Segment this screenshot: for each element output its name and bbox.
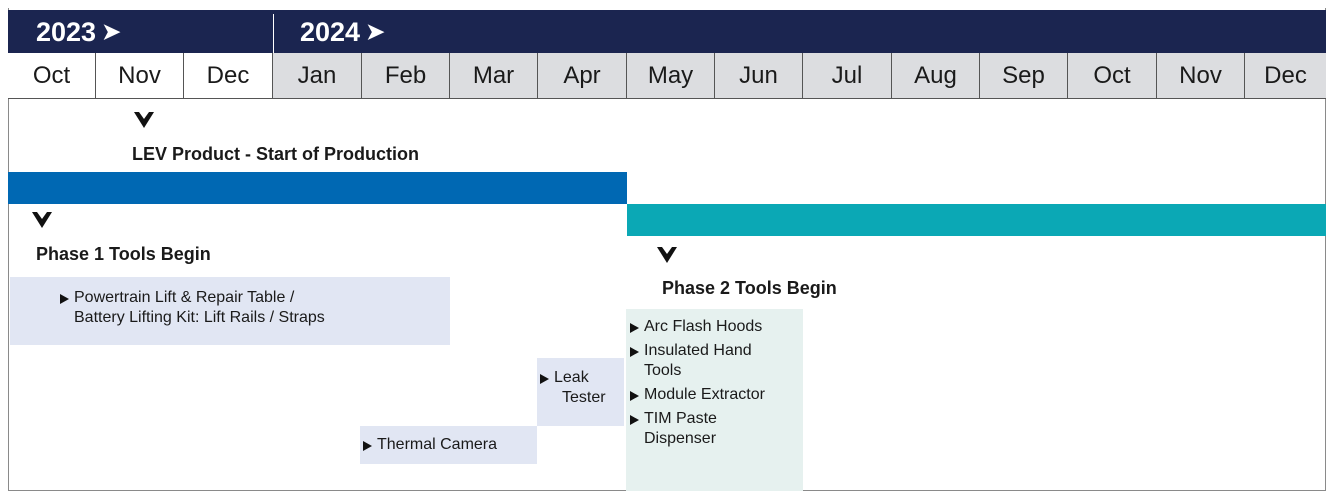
- month-sep-2024: Sep: [980, 53, 1068, 99]
- month-jan-2024: Jan: [273, 53, 362, 99]
- year-arrow-icon: ➤: [102, 19, 121, 44]
- month-jul-2024: Jul: [803, 53, 892, 99]
- year-2023: 2023 ➤: [36, 17, 121, 47]
- month-dec-2023: Dec: [184, 53, 273, 99]
- bullet-arrow-icon: [630, 391, 639, 401]
- leak-tester-tool-box: Leak Tester: [537, 358, 624, 426]
- chevron-down-icon: [134, 112, 154, 128]
- tool-item: Thermal Camera: [363, 435, 537, 455]
- thermal-camera-tool-box: Thermal Camera: [360, 426, 537, 464]
- year-arrow-icon: ➤: [366, 19, 385, 44]
- month-mar-2024: Mar: [450, 53, 538, 99]
- powertrain-tool-box: Powertrain Lift & Repair Table / Battery…: [10, 277, 450, 345]
- tool-item: Insulated Hand: [630, 341, 803, 361]
- month-aug-2024: Aug: [892, 53, 980, 99]
- bullet-arrow-icon: [630, 323, 639, 333]
- year-header-bar: 2023 ➤ 2024 ➤: [8, 10, 1326, 53]
- month-feb-2024: Feb: [362, 53, 450, 99]
- month-jun-2024: Jun: [715, 53, 803, 99]
- chevron-down-icon: [657, 247, 677, 263]
- month-nov-2024: Nov: [1157, 53, 1245, 99]
- phase2-milestone-label: Phase 2 Tools Begin: [662, 278, 837, 298]
- bullet-arrow-icon: [540, 374, 549, 384]
- month-oct-2024: Oct: [1068, 53, 1157, 99]
- tool-item: Powertrain Lift & Repair Table /: [60, 288, 450, 308]
- month-oct-2023: Oct: [8, 53, 96, 99]
- month-row: Oct Nov Dec Jan Feb Mar Apr May Jun Jul …: [8, 53, 1326, 99]
- month-may-2024: May: [627, 53, 715, 99]
- tool-item: Leak: [540, 368, 624, 388]
- month-apr-2024: Apr: [538, 53, 627, 99]
- bullet-arrow-icon: [630, 347, 639, 357]
- tool-item: Arc Flash Hoods: [630, 317, 803, 337]
- year-divider: [273, 14, 274, 53]
- bullet-arrow-icon: [60, 294, 69, 304]
- phase1-bar: [8, 172, 627, 204]
- phase1-milestone-label: Phase 1 Tools Begin: [36, 244, 211, 264]
- year-2024: 2024 ➤: [300, 17, 385, 47]
- bullet-arrow-icon: [363, 441, 372, 451]
- chevron-down-icon: [32, 212, 52, 228]
- phase2-tools-box: Arc Flash Hoods Insulated Hand Tools Mod…: [626, 309, 803, 491]
- month-dec-2024: Dec: [1245, 53, 1326, 99]
- production-milestone-label: LEV Product - Start of Production: [132, 144, 419, 164]
- bullet-arrow-icon: [630, 415, 639, 425]
- tool-item: TIM Paste: [630, 409, 803, 429]
- month-nov-2023: Nov: [96, 53, 184, 99]
- phase2-bar: [627, 204, 1326, 236]
- tool-item: Module Extractor: [630, 385, 803, 405]
